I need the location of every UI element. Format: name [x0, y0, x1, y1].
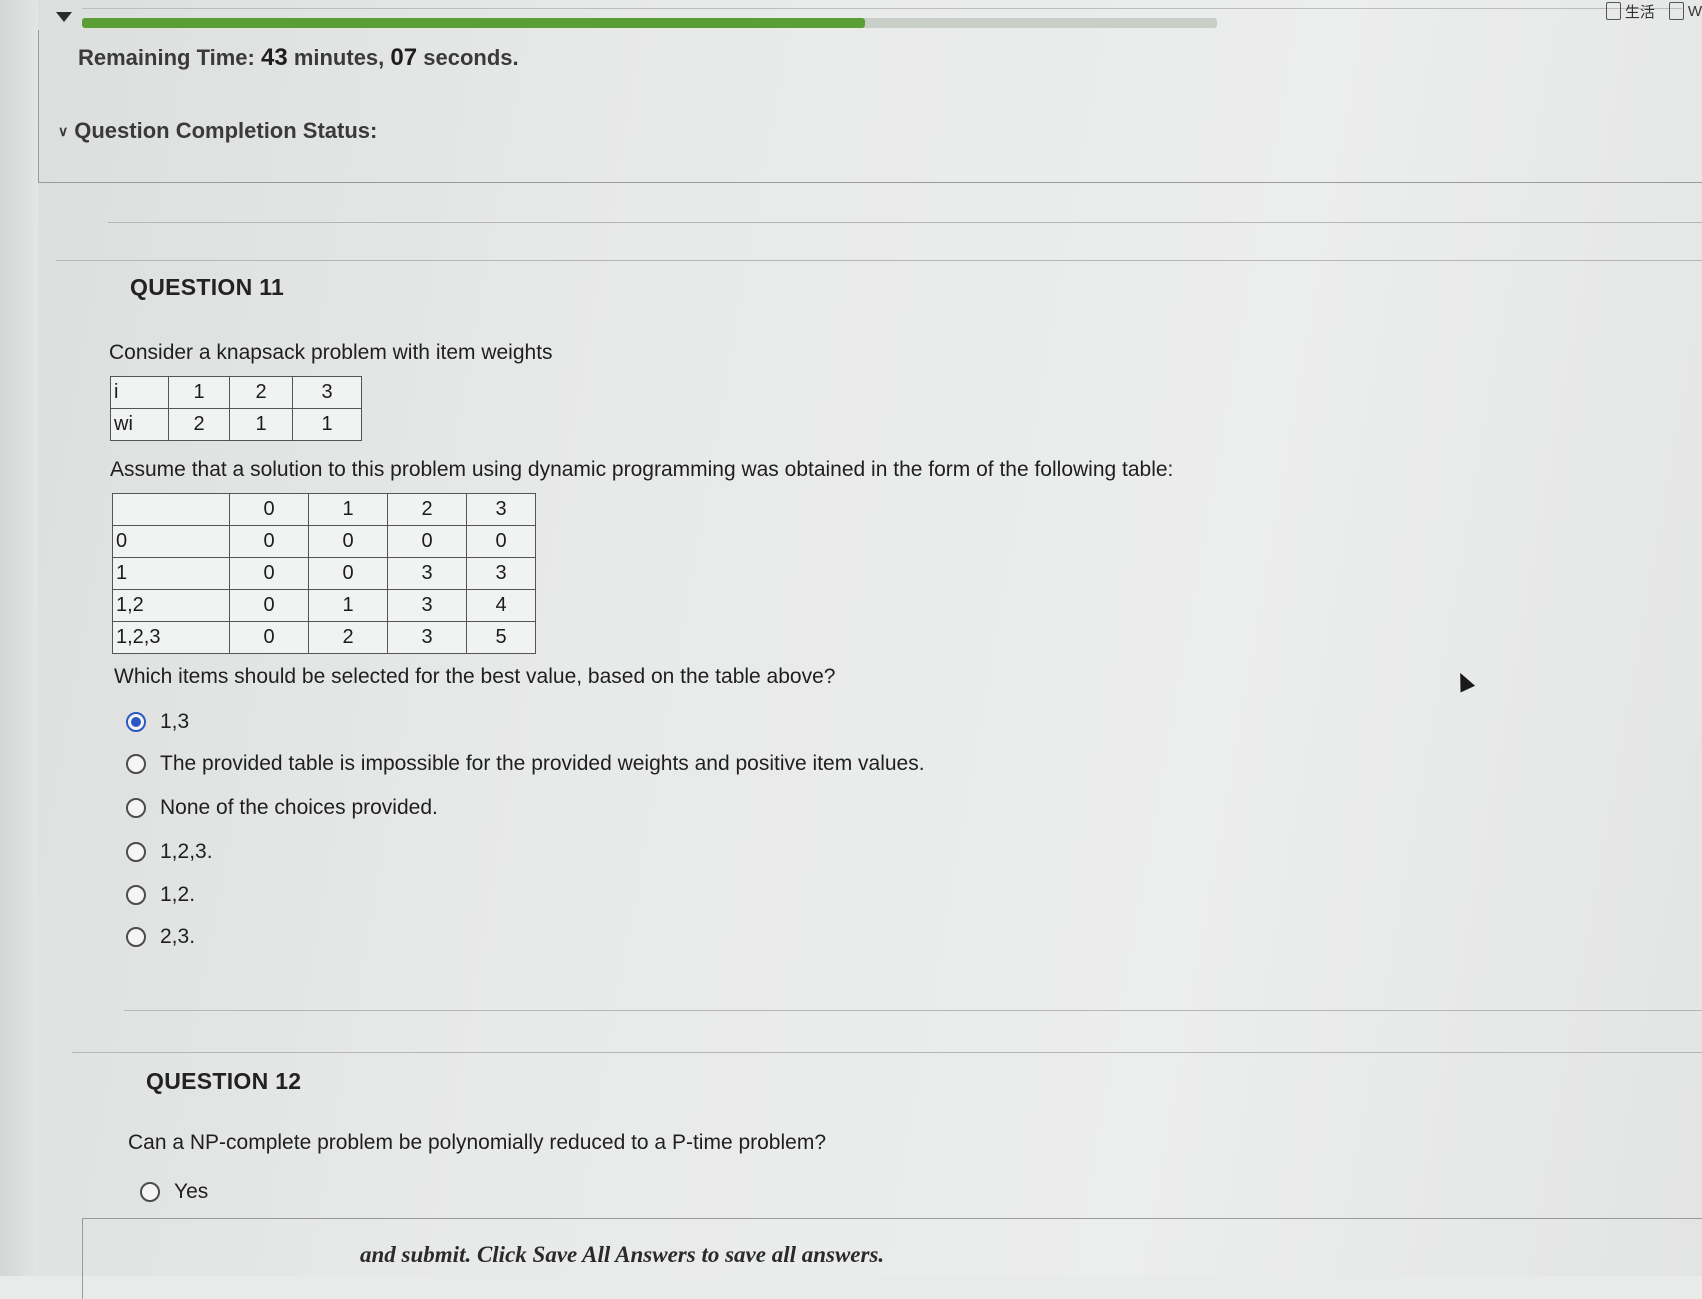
left-edge [0, 0, 38, 1276]
question-11-intro: Consider a knapsack problem with item we… [109, 341, 553, 364]
table-header-cell: 0 [229, 493, 309, 526]
table-cell: 1 [229, 408, 293, 441]
table-cell: 1 [308, 589, 388, 622]
radio-button[interactable] [126, 754, 146, 774]
table-cell: 0 [112, 525, 230, 558]
radio-button[interactable] [126, 842, 146, 862]
table-cell: 4 [466, 589, 536, 622]
question-11-options: 1,3 The provided table is impossible for… [126, 702, 925, 958]
completion-status-toggle[interactable]: ∨ Question Completion Status: [58, 118, 377, 144]
question-11-assume: Assume that a solution to this problem u… [110, 458, 1174, 481]
radio-button[interactable] [126, 712, 146, 732]
timer-seconds-unit: seconds. [423, 45, 519, 70]
progress-bar [82, 18, 1217, 28]
table-cell: 3 [387, 589, 467, 622]
table-header-cell: 2 [387, 493, 467, 526]
table-header-cell [112, 493, 230, 526]
divider [108, 222, 1702, 223]
table-cell: 2 [308, 621, 388, 654]
question-11-prompt: Which items should be selected for the b… [114, 665, 836, 688]
answer-option[interactable]: Yes [140, 1174, 208, 1210]
answer-option[interactable]: 1,3 [126, 702, 925, 742]
browser-tab[interactable]: W [1668, 0, 1702, 22]
answer-option[interactable]: 1,2,3. [126, 830, 925, 874]
table-cell: 2 [168, 408, 230, 441]
table-row: 1,2,3 0 2 3 5 [112, 621, 536, 654]
submit-panel [82, 1218, 1702, 1299]
table-cell: 5 [466, 621, 536, 654]
collapse-triangle-icon[interactable] [56, 12, 72, 22]
table-cell: i [110, 376, 169, 409]
browser-tab[interactable]: 生活 [1605, 0, 1655, 22]
timer-seconds: 07 [390, 44, 418, 71]
dp-table: 0 1 2 3 0 0 0 0 0 1 0 0 3 3 1,2 0 1 3 4 … [112, 493, 536, 654]
table-cell: 0 [229, 621, 309, 654]
timer-label: Remaining Time: [78, 45, 255, 70]
table-cell: 3 [466, 557, 536, 590]
answer-option[interactable]: None of the choices provided. [126, 786, 925, 830]
table-cell: 2 [229, 376, 293, 409]
table-cell: 1 [168, 376, 230, 409]
save-instructions: and submit. Click Save All Answers to sa… [360, 1242, 885, 1267]
table-cell: 0 [308, 557, 388, 590]
table-cell: 1,2,3 [112, 621, 230, 654]
answer-option-label: The provided table is impossible for the… [160, 752, 925, 775]
browser-tabs: 生活 W [1605, 0, 1702, 22]
completion-status-label: Question Completion Status: [74, 118, 378, 143]
answer-option-label: 1,2. [160, 883, 196, 906]
document-icon [1605, 2, 1621, 20]
table-row: 1 0 0 3 3 [112, 557, 536, 590]
radio-button[interactable] [126, 885, 146, 905]
table-cell: 0 [229, 525, 309, 558]
answer-option-label: 1,2,3. [160, 840, 213, 863]
browser-tab-label: W [1687, 2, 1702, 20]
chevron-down-icon: ∨ [58, 123, 69, 139]
table-row: wi 2 1 1 [110, 408, 362, 441]
table-cell: 0 [308, 525, 388, 558]
remaining-time: Remaining Time: 43 minutes, 07 seconds. [78, 44, 519, 72]
table-cell: 1 [292, 408, 362, 441]
table-cell: 0 [387, 525, 467, 558]
question-11-title: QUESTION 11 [130, 274, 285, 300]
table-row: 1,2 0 1 3 4 [112, 589, 536, 622]
answer-option-label: Yes [174, 1180, 209, 1203]
question-12-prompt: Can a NP-complete problem be polynomiall… [128, 1131, 827, 1154]
browser-tab-label: 生活 [1624, 3, 1655, 21]
table-cell: 3 [387, 621, 467, 654]
table-cell: 0 [229, 557, 309, 590]
answer-option-label: 2,3. [160, 925, 196, 948]
timer-minutes-unit: minutes, [293, 45, 385, 70]
table-header-cell: 1 [308, 493, 388, 526]
table-cell: 0 [229, 589, 309, 622]
table-cell: 1 [112, 557, 230, 590]
table-cell: 0 [466, 525, 536, 558]
radio-button[interactable] [126, 927, 146, 947]
question-12-title: QUESTION 12 [146, 1068, 302, 1094]
divider [72, 1052, 1702, 1053]
weights-table: i 1 2 3 wi 2 1 1 [110, 376, 362, 441]
divider [56, 260, 1702, 261]
answer-option[interactable]: The provided table is impossible for the… [126, 742, 925, 786]
table-cell: wi [110, 408, 169, 441]
progress-bar-fill [82, 18, 866, 28]
radio-button[interactable] [140, 1182, 160, 1202]
answer-option-label: 1,3 [160, 710, 190, 733]
timer-minutes: 43 [260, 44, 288, 71]
document-icon [1668, 2, 1684, 20]
answer-option-label: None of the choices provided. [160, 796, 438, 819]
divider [124, 1010, 1702, 1011]
table-header-cell: 3 [466, 493, 536, 526]
table-row: i 1 2 3 [110, 376, 362, 409]
answer-option[interactable]: 2,3. [126, 916, 925, 958]
table-cell: 1,2 [112, 589, 230, 622]
table-row: 0 1 2 3 [112, 493, 536, 526]
answer-option[interactable]: 1,2. [126, 874, 925, 916]
radio-button[interactable] [126, 798, 146, 818]
table-row: 0 0 0 0 0 [112, 525, 536, 558]
table-cell: 3 [387, 557, 467, 590]
top-divider [82, 8, 1682, 9]
table-cell: 3 [292, 376, 362, 409]
